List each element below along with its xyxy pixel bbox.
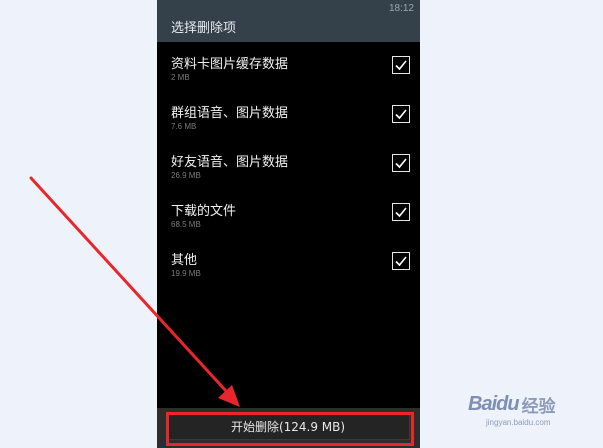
watermark-url: jingyan.baidu.com <box>486 418 551 427</box>
watermark-suffix: 经验 <box>521 396 556 417</box>
watermark-brand: Baidu <box>468 392 520 415</box>
baidu-watermark: Baidu 经验 <box>468 391 556 417</box>
annotation-arrow-icon <box>29 176 240 407</box>
